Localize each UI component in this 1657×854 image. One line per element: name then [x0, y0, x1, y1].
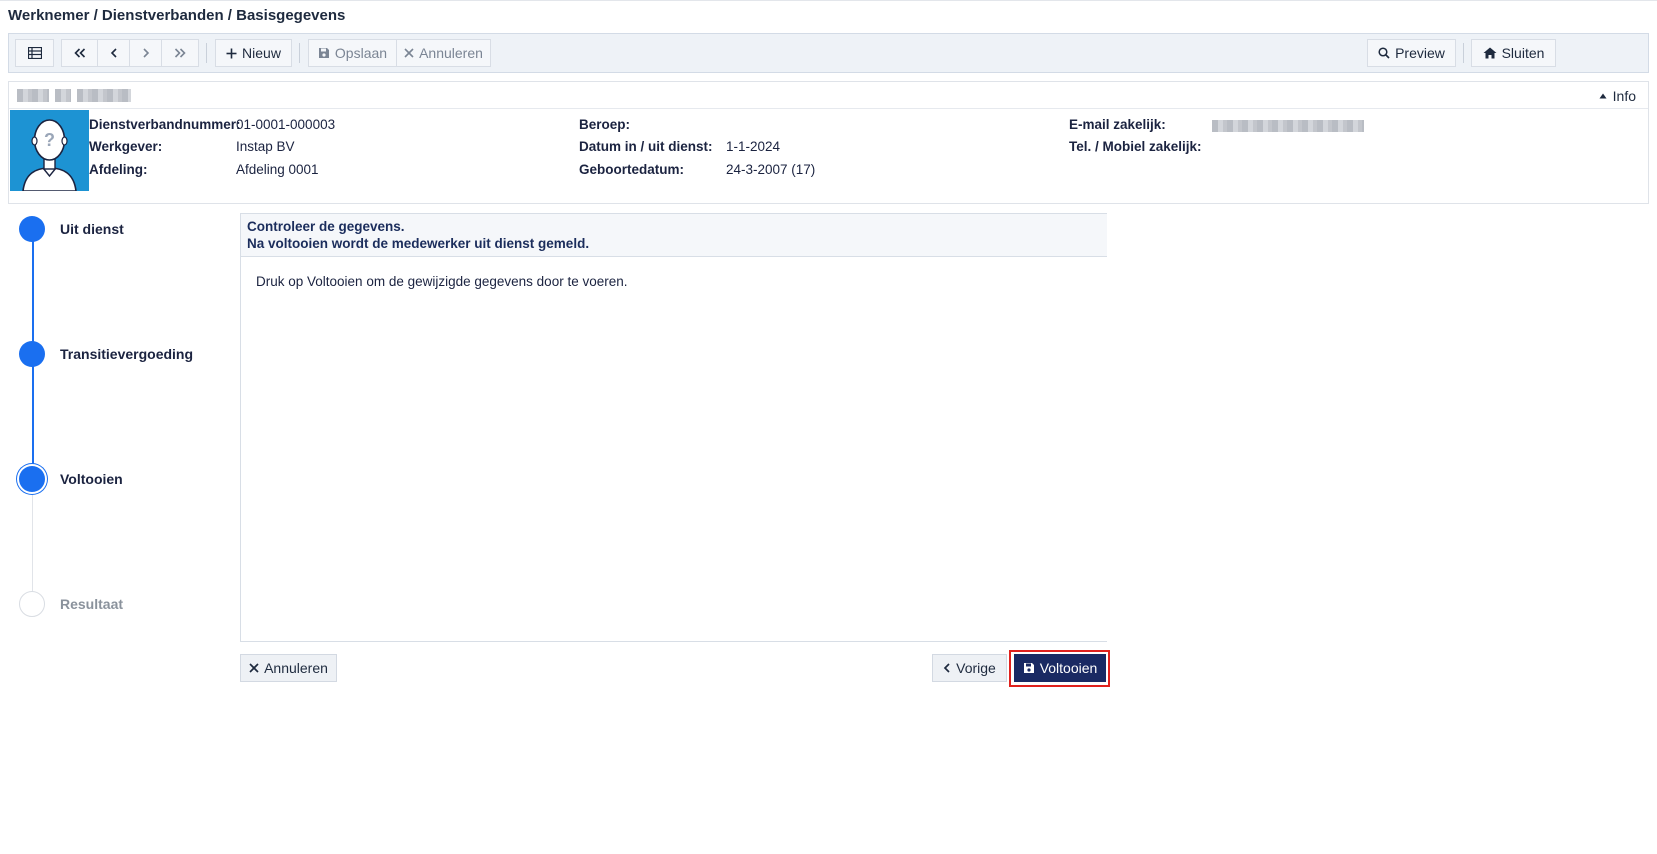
datum-label: Datum in / uit dienst:	[579, 139, 713, 154]
step-voltooien-dot[interactable]	[19, 466, 45, 492]
previous-button-label: Vorige	[956, 660, 996, 676]
close-icon	[249, 663, 259, 673]
redacted-name	[55, 89, 71, 102]
afdeling-label: Afdeling:	[89, 162, 148, 177]
preview-button[interactable]: Preview	[1367, 39, 1456, 67]
employee-info-card: Info ? Dienstverbandnummer: 01-0001-0000…	[8, 81, 1649, 204]
email-label: E-mail zakelijk:	[1069, 117, 1166, 132]
last-record-button[interactable]	[161, 39, 199, 67]
floppy-disk-icon	[318, 48, 329, 58]
list-view-button[interactable]	[15, 39, 54, 67]
page-title: Werknemer / Dienstverbanden / Basisgegev…	[8, 7, 346, 24]
cancel-button[interactable]: Annuleren	[240, 654, 337, 682]
table-list-icon	[27, 47, 42, 59]
redacted-name	[17, 89, 49, 102]
step-transitievergoeding-dot[interactable]	[19, 341, 45, 367]
plus-icon	[226, 48, 237, 58]
panel-header: Controleer de gegevens. Na voltooien wor…	[241, 214, 1107, 257]
step-uit-dienst-label[interactable]: Uit dienst	[60, 221, 124, 237]
step-transitievergoeding-label[interactable]: Transitievergoeding	[60, 346, 193, 362]
step-uit-dienst-dot[interactable]	[19, 216, 45, 242]
close-button[interactable]: Sluiten	[1471, 39, 1556, 67]
info-toggle[interactable]: Info	[1599, 88, 1636, 104]
afdeling-value: Afdeling 0001	[236, 162, 319, 177]
stepper-line-todo	[32, 478, 33, 603]
panel-header-line1: Controleer de gegevens.	[247, 219, 405, 234]
finish-button-label: Voltooien	[1039, 660, 1098, 676]
toolbar: Nieuw Opslaan Annuleren Preview Sluiten	[8, 33, 1649, 73]
info-toggle-label: Info	[1612, 88, 1636, 104]
panel-body: Druk op Voltooien om de gewijzigde gegev…	[241, 257, 1107, 306]
geboorte-label: Geboortedatum:	[579, 162, 685, 177]
svg-text:?: ?	[44, 130, 55, 150]
floppy-disk-icon	[1023, 663, 1034, 673]
cancel-toolbar-button[interactable]: Annuleren	[396, 39, 491, 67]
chevron-left-icon	[943, 663, 950, 673]
cancel-toolbar-label: Annuleren	[419, 45, 483, 61]
previous-record-button[interactable]	[97, 39, 130, 67]
toolbar-separator	[206, 43, 207, 63]
double-chevron-left-icon	[73, 48, 85, 58]
step-voltooien-label[interactable]: Voltooien	[60, 471, 123, 487]
toolbar-separator	[1463, 43, 1464, 63]
finish-button[interactable]: Voltooien	[1014, 654, 1106, 682]
datum-value: 1-1-2024	[726, 139, 781, 154]
dienstverband-value: 01-0001-000003	[236, 117, 336, 132]
wizard-panel: Controleer de gegevens. Na voltooien wor…	[240, 213, 1107, 642]
employee-name-header: Info	[9, 82, 1648, 109]
toolbar-separator	[299, 43, 300, 63]
tel-label: Tel. / Mobiel zakelijk:	[1069, 139, 1202, 154]
beroep-label: Beroep:	[579, 117, 631, 132]
step-resultaat-label: Resultaat	[60, 596, 124, 612]
top-rule	[0, 0, 1657, 1]
chevron-right-icon	[142, 48, 149, 58]
previous-button[interactable]: Vorige	[932, 654, 1007, 682]
close-icon	[404, 48, 414, 58]
home-icon	[1483, 47, 1497, 59]
werkgever-label: Werkgever:	[89, 139, 163, 154]
search-icon	[1378, 47, 1390, 59]
dienstverband-label: Dienstverbandnummer:	[89, 117, 241, 132]
cancel-button-label: Annuleren	[264, 660, 328, 676]
avatar: ?	[10, 110, 89, 191]
new-button-label: Nieuw	[242, 45, 281, 61]
panel-header-line2: Na voltooien wordt de medewerker uit die…	[247, 236, 590, 251]
save-button[interactable]: Opslaan	[308, 39, 397, 67]
redacted-email	[1212, 120, 1364, 132]
werkgever-value: Instap BV	[236, 139, 295, 154]
double-chevron-right-icon	[174, 48, 186, 58]
geboorte-value: 24-3-2007 (17)	[726, 162, 816, 177]
redacted-name	[77, 89, 131, 102]
next-record-button[interactable]	[129, 39, 162, 67]
first-record-button[interactable]	[61, 39, 98, 67]
preview-button-label: Preview	[1395, 45, 1445, 61]
unknown-person-icon: ?	[22, 119, 77, 191]
chevron-left-icon	[110, 48, 117, 58]
caret-up-icon	[1599, 93, 1607, 99]
step-resultaat-dot	[19, 591, 45, 617]
close-button-label: Sluiten	[1501, 45, 1545, 61]
new-button[interactable]: Nieuw	[215, 39, 292, 67]
panel-body-text: Druk op Voltooien om de gewijzigde gegev…	[256, 274, 628, 289]
save-button-label: Opslaan	[334, 45, 388, 61]
